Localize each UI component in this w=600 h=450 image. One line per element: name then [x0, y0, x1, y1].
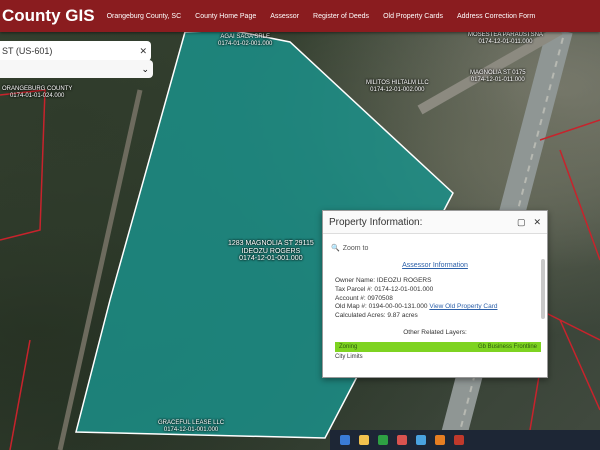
account-number: Account #: 0970508: [335, 294, 393, 302]
search-value: ST (US-601): [2, 46, 53, 56]
app-title: County GIS: [2, 6, 95, 25]
nav-assessor[interactable]: Assessor: [270, 13, 299, 20]
popup-header: Property Information: ▢ ✕: [323, 211, 547, 234]
zoom-to-label: Zoom to: [342, 244, 369, 252]
old-map-row: Old Map #: 0194-00-00-131.000 View Old P…: [335, 303, 547, 312]
owner-name: Owner Name: IDEOZU ROGERS: [335, 277, 432, 284]
layer-select[interactable]: ⌄: [0, 60, 153, 78]
nav-register-of-deeds[interactable]: Register of Deeds: [313, 13, 369, 20]
maximize-icon[interactable]: ▢: [517, 217, 526, 228]
old-map-number: Old Map #: 0194-00-00-131.000: [335, 303, 428, 311]
map-label-center: 1283 MAGNOLIA ST 29115 IDEOZU ROGERS 0174-…: [228, 240, 314, 263]
start-icon[interactable]: [340, 435, 350, 445]
property-info-popup: Property Information: ▢ ✕ 🔍 Zoom to Asse…: [322, 210, 548, 378]
browser-icon[interactable]: [416, 435, 426, 445]
zoom-to-button[interactable]: 🔍 Zoom to: [331, 244, 547, 253]
city-limits-label: City Limits: [335, 353, 363, 360]
app-icon[interactable]: [435, 435, 445, 445]
map-label-top-right-a: MOSESTEA PARAUSTSNA 0174-12-01-011.000: [468, 32, 543, 45]
assessor-info-link[interactable]: Assessor Information: [402, 262, 468, 269]
nav-address-correction[interactable]: Address Correction Form: [457, 13, 535, 20]
app-icon[interactable]: [397, 435, 407, 445]
calculated-acres: Calculated Acres: 9.87 acres: [335, 312, 418, 320]
folder-icon[interactable]: [359, 435, 369, 445]
map-label-bottom: GRACEFUL LEASE LLC 0174-12-01-001.000: [158, 420, 225, 433]
tax-parcel: Tax Parcel #: 0174-12-01-001.000: [335, 285, 434, 293]
search-input[interactable]: ST (US-601) ✕: [0, 41, 151, 61]
zoning-value: Gb Business Frontline: [477, 343, 537, 350]
clear-icon[interactable]: ✕: [139, 46, 147, 57]
map-label-top-right-b: MAGNOLIA ST 0175 0174-12-01-011.000: [470, 70, 526, 83]
app-header: County GIS Orangeburg County, SC County …: [0, 0, 600, 32]
parcel-line-left: [0, 89, 46, 241]
parcel-line-left-lower: [9, 339, 31, 450]
zoom-icon: 🔍: [331, 245, 340, 252]
map-label-right-mid: MILITOS HILTALM LLC 0174-12-01-002.000: [366, 80, 429, 93]
related-layers-title: Other Related Layers:: [403, 328, 467, 336]
app-icon[interactable]: [378, 435, 388, 445]
popup-title: Property Information:: [329, 216, 423, 228]
zoning-label: Zoning: [339, 343, 358, 350]
map-label-left: ORANGEBURG COUNTY 0174-01-01-024.000: [2, 86, 73, 99]
old-property-card-link[interactable]: View Old Property Card: [429, 303, 497, 310]
zoning-row: Zoning Gb Business Frontline: [335, 341, 541, 352]
nav-county-label: Orangeburg County, SC: [106, 12, 182, 20]
nav-county-home[interactable]: County Home Page: [195, 13, 256, 20]
os-taskbar: [330, 430, 600, 450]
property-fields: Owner Name: IDEOZU ROGERS Tax Parcel #: …: [335, 277, 547, 321]
chevron-down-icon: ⌄: [141, 63, 149, 74]
nav-old-property-cards[interactable]: Old Property Cards: [383, 13, 443, 20]
popup-controls: ▢ ✕: [517, 217, 541, 228]
app-icon[interactable]: [454, 435, 464, 445]
assessor-row: Assessor Information: [323, 262, 547, 269]
map-label-top: AGAI SAGA SRLE 0174-01-02-001.000: [218, 34, 273, 47]
header-nav: Orangeburg County, SC County Home Page A…: [107, 13, 536, 20]
close-icon[interactable]: ✕: [533, 217, 541, 228]
popup-scrollbar[interactable]: [541, 259, 545, 319]
